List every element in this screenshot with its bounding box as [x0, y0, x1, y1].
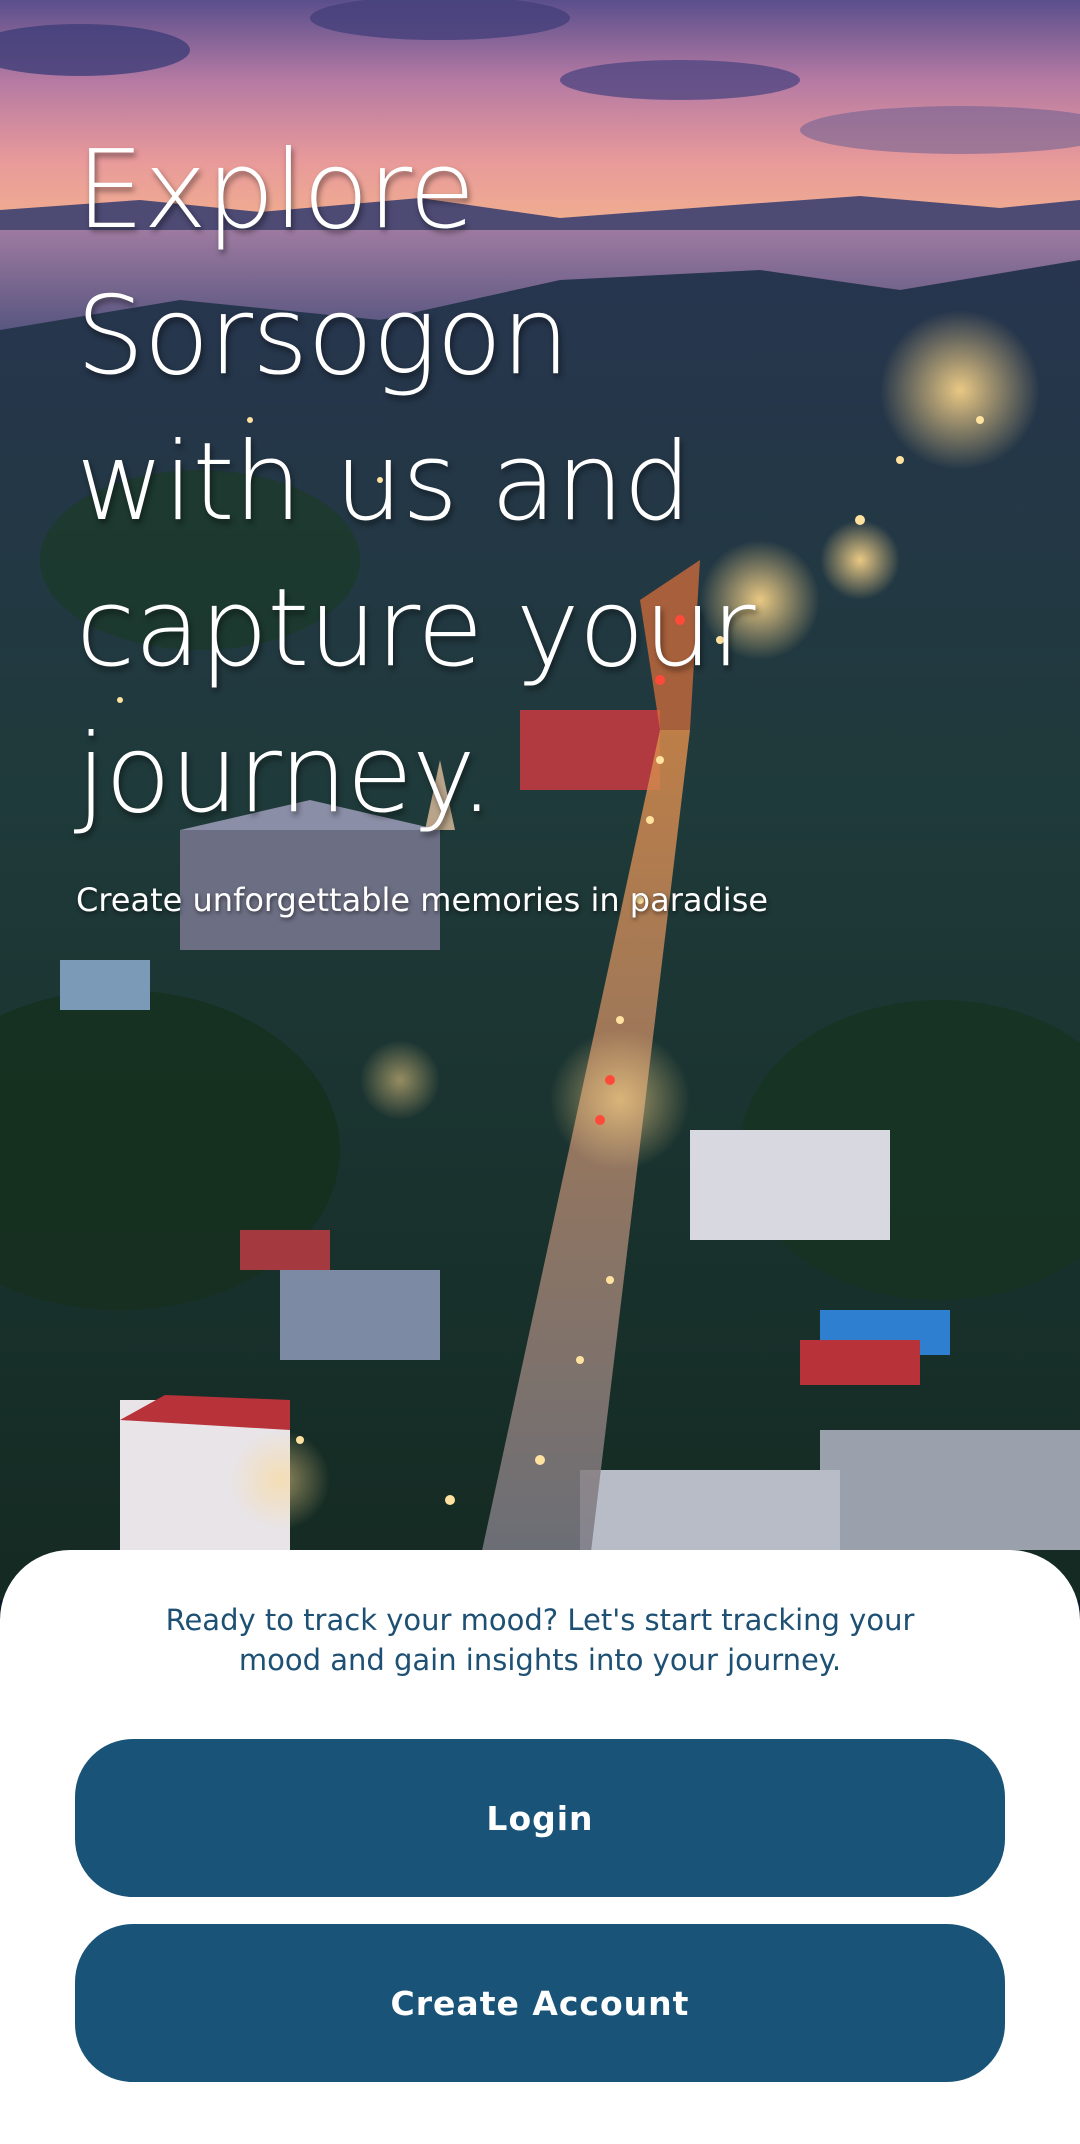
hero-title: Explore Sorsogon with us and capture you… — [76, 128, 756, 837]
welcome-message: Ready to track your mood? Let's start tr… — [165, 1603, 915, 1677]
welcome-bottom-sheet: Ready to track your mood? Let's start tr… — [0, 1550, 1080, 2144]
welcome-screen: Explore Sorsogon with us and capture you… — [0, 0, 1080, 2144]
create-account-button[interactable]: Create Account — [75, 1924, 1005, 2082]
login-button[interactable]: Login — [75, 1739, 1005, 1897]
hero-subtitle: Create unforgettable memories in paradis… — [76, 881, 769, 919]
